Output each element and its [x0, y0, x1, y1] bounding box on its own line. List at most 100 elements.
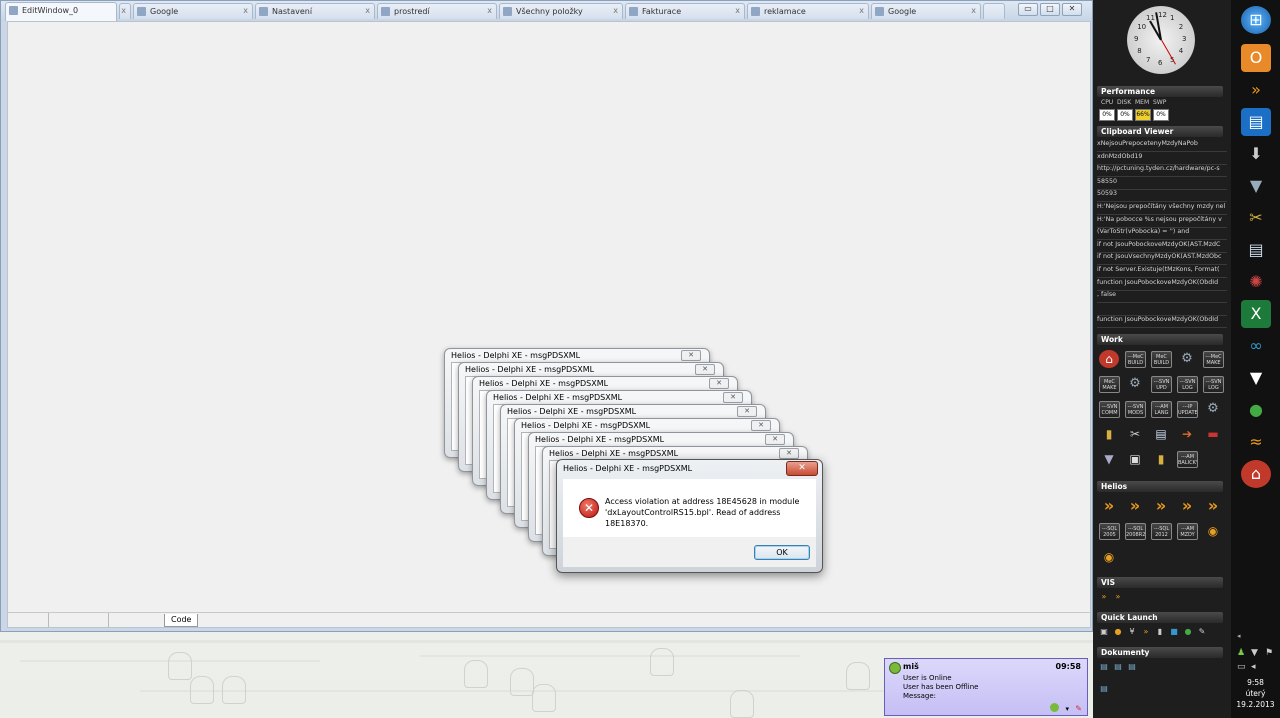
- user-icon[interactable]: ♟: [1237, 648, 1245, 658]
- close-button[interactable]: ✕: [723, 392, 743, 403]
- helios-icon[interactable]: ⌂: [1241, 460, 1271, 488]
- close-icon[interactable]: x: [365, 6, 370, 15]
- close-button[interactable]: ✕: [1062, 3, 1082, 16]
- code-tab[interactable]: Code: [164, 614, 199, 627]
- save-icon[interactable]: ■: [1169, 627, 1179, 637]
- outlook-icon[interactable]: O: [1241, 44, 1271, 72]
- save-icon[interactable]: ▤: [1241, 108, 1271, 136]
- helios-arrow-icon[interactable]: »: [1125, 497, 1145, 515]
- close-icon[interactable]: x: [243, 6, 248, 15]
- svn-log-2-button[interactable]: ---SVN LOG: [1203, 376, 1224, 393]
- bird-icon[interactable]: ≈: [1241, 428, 1271, 456]
- clipboard-item[interactable]: function JsouPobockoveMzdyOK(ObdId: [1097, 316, 1227, 323]
- notification-popup[interactable]: miš 09:58 User is Online User has been O…: [884, 658, 1088, 716]
- tab-new-2[interactable]: [983, 3, 1005, 19]
- helios-arrow-icon[interactable]: »: [1241, 76, 1271, 104]
- sql-2008-button[interactable]: ---SQL 2008R2: [1125, 523, 1146, 540]
- usb-icon[interactable]: ▮: [1155, 627, 1165, 637]
- close-icon[interactable]: x: [613, 6, 618, 15]
- svn-log-button[interactable]: ---SVN LOG: [1177, 376, 1198, 393]
- firefox-icon[interactable]: ●: [1113, 627, 1123, 637]
- flag-icon[interactable]: ⚑: [1265, 648, 1273, 658]
- tab-editwindow[interactable]: EditWindow_0: [5, 2, 117, 21]
- close-button[interactable]: ✕: [751, 420, 771, 431]
- ip-update-button[interactable]: ---IP UPDATE: [1177, 401, 1198, 418]
- work-build-button[interactable]: ---MeC BUILD: [1125, 351, 1146, 368]
- shield-icon[interactable]: ▼: [1099, 450, 1119, 468]
- tools-icon[interactable]: ✂: [1241, 204, 1271, 232]
- status-icon[interactable]: [1050, 703, 1059, 712]
- clock-time[interactable]: 9:58: [1231, 678, 1280, 687]
- toolbox-icon[interactable]: ▬: [1203, 425, 1223, 443]
- tools-icon[interactable]: ✂: [1125, 425, 1145, 443]
- tab-vsechny[interactable]: Všechny položky x: [499, 3, 623, 19]
- work-make-2-button[interactable]: MeC MAKE: [1099, 376, 1120, 393]
- pin-icon[interactable]: ✎: [1075, 704, 1082, 713]
- ok-button[interactable]: OK: [754, 545, 810, 560]
- close-button[interactable]: ✕: [709, 378, 729, 389]
- network-icon[interactable]: ▼: [1251, 648, 1258, 658]
- am-lang-button[interactable]: ---AM LANG: [1151, 401, 1172, 418]
- globe-icon[interactable]: ◉: [1099, 548, 1119, 566]
- tray-expand-icon[interactable]: ◂: [1237, 632, 1241, 640]
- document-icon[interactable]: ▤: [1241, 236, 1271, 264]
- monitor-icon[interactable]: ▭: [1237, 662, 1246, 672]
- tab-google-2[interactable]: Google x: [871, 3, 981, 19]
- close-icon[interactable]: x: [487, 6, 492, 15]
- clipboard-item[interactable]: 58550: [1097, 178, 1227, 185]
- document-icon[interactable]: ▤: [1099, 684, 1109, 694]
- gear-icon[interactable]: ⚙: [1125, 375, 1145, 393]
- helios-arrow-icon[interactable]: »: [1203, 497, 1223, 515]
- close-button[interactable]: ✕: [681, 350, 701, 361]
- document-icon[interactable]: ▤: [1127, 662, 1137, 672]
- work-make-button[interactable]: ---MeC MAKE: [1203, 351, 1224, 368]
- close-button[interactable]: ✕: [779, 448, 799, 459]
- export-icon[interactable]: ➔: [1177, 425, 1197, 443]
- clipboard-item[interactable]: if not Server.Existuje(tMzKons, Format(: [1097, 266, 1227, 273]
- sql-2012-button[interactable]: ---SQL 2012: [1151, 523, 1172, 540]
- gear-icon[interactable]: ⚙: [1177, 350, 1197, 368]
- gear-icon[interactable]: ⚙: [1203, 400, 1223, 418]
- clipboard-item[interactable]: , false: [1097, 291, 1227, 298]
- document-icon[interactable]: ▤: [1151, 425, 1171, 443]
- clipboard-item[interactable]: H:'Nejsou prepočítány všechny mzdy nel: [1097, 203, 1227, 210]
- clipboard-item[interactable]: (VarToStr(vPobocka) = '') and: [1097, 228, 1227, 235]
- settings-icon[interactable]: ✎: [1197, 627, 1207, 637]
- minimize-button[interactable]: ▭: [1018, 3, 1038, 16]
- close-icon[interactable]: x: [735, 6, 740, 15]
- globe-icon[interactable]: ◉: [1203, 522, 1223, 540]
- close-button[interactable]: ✕: [765, 434, 785, 445]
- tab-reklamace[interactable]: reklamace x: [747, 3, 869, 19]
- close-button[interactable]: ✕: [737, 406, 757, 417]
- tab-nastaveni[interactable]: Nastavení x: [255, 3, 375, 19]
- close-button[interactable]: ✕: [786, 461, 818, 476]
- helios-arrow-icon[interactable]: »: [1151, 497, 1171, 515]
- infinity-icon[interactable]: ∞: [1241, 332, 1271, 360]
- chrome-icon[interactable]: ●: [1241, 396, 1271, 424]
- tab-fakturace[interactable]: Fakturace x: [625, 3, 745, 19]
- clipboard-item[interactable]: http://pctuning.tyden.cz/hardware/pc-s: [1097, 165, 1227, 172]
- tab-new[interactable]: x: [119, 3, 131, 19]
- clipboard-item[interactable]: xNejsouPrepocetenyMzdyNaPob: [1097, 140, 1227, 147]
- am-mzdy-button[interactable]: ---AM MZDY: [1177, 523, 1198, 540]
- tab-google[interactable]: Google x: [133, 3, 253, 19]
- close-icon[interactable]: x: [859, 6, 864, 15]
- clipboard-item[interactable]: if not JsouPobockoveMzdyOK(AST.MzdC: [1097, 241, 1227, 248]
- excel-icon[interactable]: X: [1241, 300, 1271, 328]
- fox-icon[interactable]: ▼: [1241, 364, 1271, 392]
- atom-icon[interactable]: ✺: [1241, 268, 1271, 296]
- close-button[interactable]: ✕: [695, 364, 715, 375]
- helios-arrow-icon[interactable]: »: [1099, 497, 1119, 515]
- helios-icon[interactable]: ⌂: [1099, 350, 1119, 368]
- close-icon[interactable]: x: [121, 6, 126, 15]
- helios-arrow-icon[interactable]: »: [1177, 497, 1197, 515]
- am-balicky-button[interactable]: ---AM BALICKY: [1177, 451, 1198, 468]
- maximize-button[interactable]: □: [1040, 3, 1060, 16]
- shield-icon[interactable]: ▼: [1241, 172, 1271, 200]
- document-icon[interactable]: ▤: [1099, 662, 1109, 672]
- window-icon[interactable]: ▣: [1099, 627, 1109, 637]
- svn-update-button[interactable]: ---SVN UPD: [1151, 376, 1172, 393]
- vis-arrow-icon[interactable]: »: [1099, 592, 1109, 602]
- download-icon[interactable]: ⬇: [1241, 140, 1271, 168]
- vis-arrow-icon[interactable]: »: [1113, 592, 1123, 602]
